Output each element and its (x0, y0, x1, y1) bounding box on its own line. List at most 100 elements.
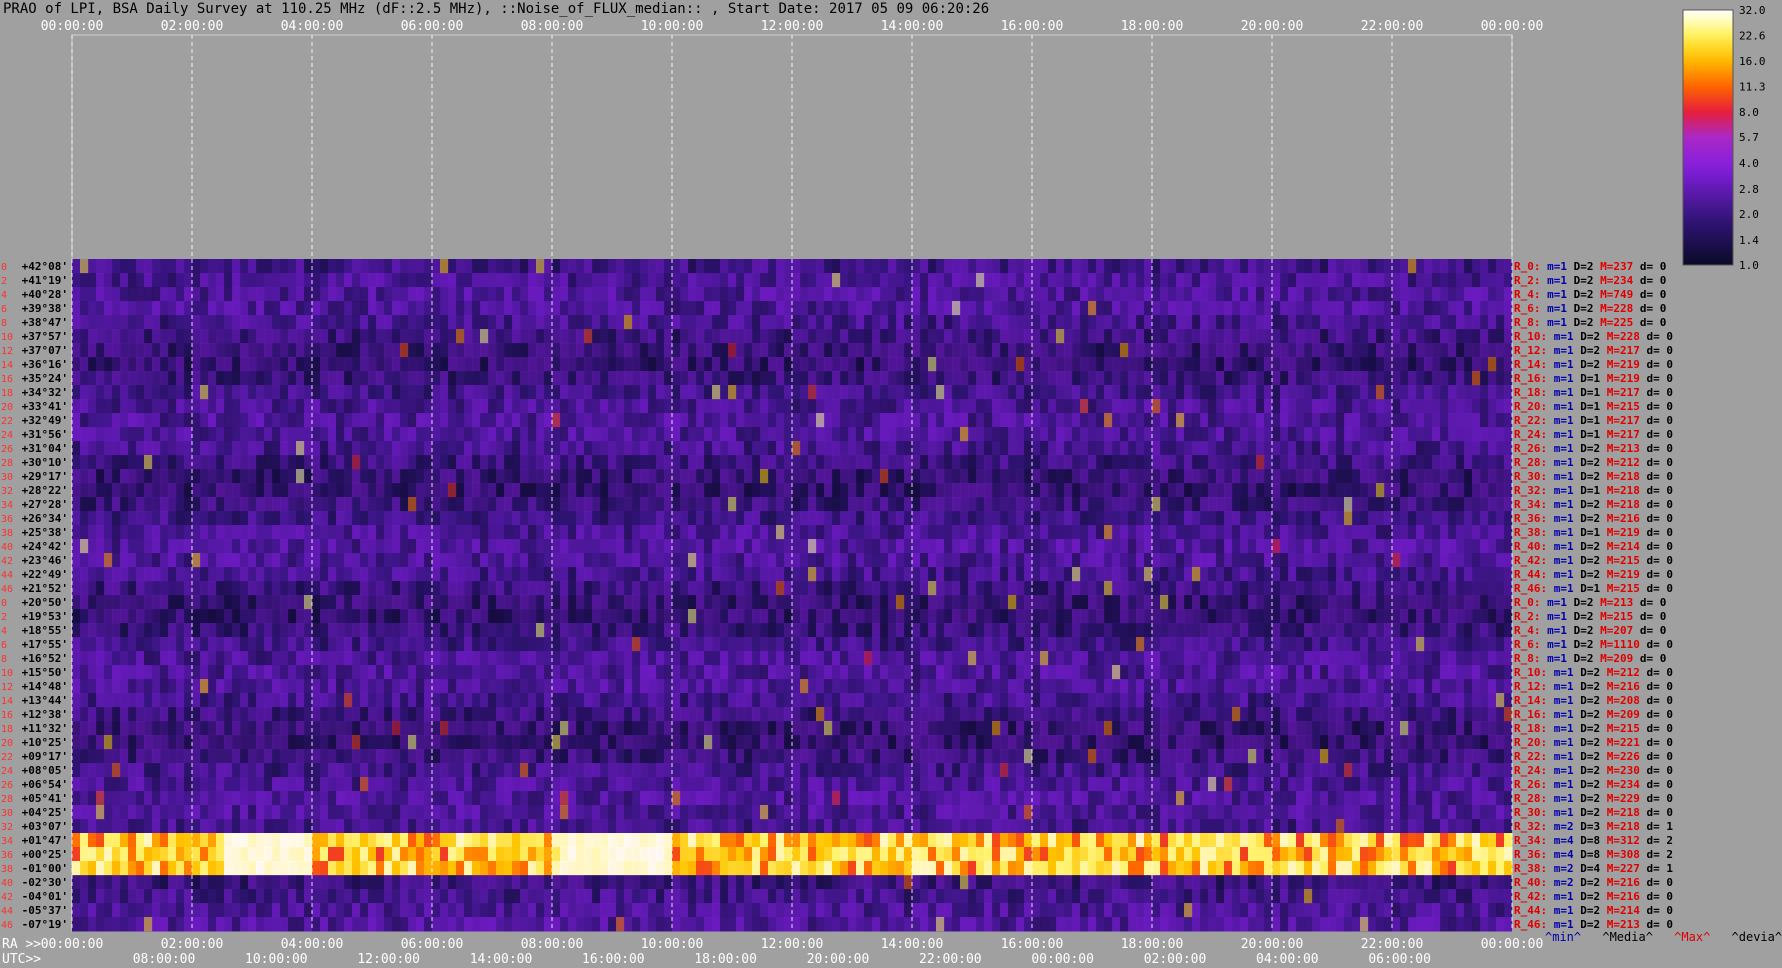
heatmap-cell (264, 623, 273, 638)
heatmap-cell (1256, 287, 1265, 302)
heatmap-cell (584, 581, 593, 596)
heatmap-cell (600, 469, 609, 484)
heatmap-cell (1312, 329, 1321, 344)
heatmap-cell (1152, 581, 1161, 596)
heatmap-cell (1096, 595, 1105, 610)
heatmap-cell (984, 413, 993, 428)
heatmap-cell (1224, 511, 1233, 526)
heatmap-cell (1216, 511, 1225, 526)
heatmap-cell (224, 483, 233, 498)
heatmap-cell (1240, 553, 1249, 568)
heatmap-cell (160, 287, 169, 302)
heatmap-cell (856, 287, 865, 302)
heatmap-cell (432, 595, 441, 610)
heatmap-cell (928, 539, 937, 554)
heatmap-cell (648, 553, 657, 568)
heatmap-cell (744, 385, 753, 400)
heatmap-cell (392, 595, 401, 610)
heatmap-cell (496, 637, 505, 652)
heatmap-cell (232, 511, 241, 526)
heatmap-cell (128, 511, 137, 526)
heatmap-cell (1160, 623, 1169, 638)
heatmap-cell (576, 371, 585, 386)
heatmap-cell (112, 371, 121, 386)
heatmap-cell (488, 315, 497, 330)
heatmap-cell (696, 623, 705, 638)
heatmap-cell (1056, 385, 1065, 400)
heatmap-cell (816, 301, 825, 316)
heatmap-cell (552, 469, 561, 484)
heatmap-cell (88, 455, 97, 470)
heatmap-cell (1152, 287, 1161, 302)
heatmap-cell (768, 329, 777, 344)
heatmap-cell (408, 469, 417, 484)
heatmap-cell (696, 427, 705, 442)
heatmap-cell (152, 273, 161, 288)
heatmap-cell (960, 455, 969, 470)
heatmap-cell (376, 567, 385, 582)
heatmap-cell (872, 259, 881, 274)
heatmap-cell (248, 483, 257, 498)
heatmap-cell (680, 553, 689, 568)
heatmap-cell (296, 399, 305, 414)
heatmap-cell (1136, 385, 1145, 400)
heatmap-cell (600, 427, 609, 442)
heatmap-cell (1368, 525, 1377, 540)
heatmap-cell (840, 357, 849, 372)
heatmap-cell (848, 357, 857, 372)
heatmap-cell (608, 455, 617, 470)
heatmap-cell (1360, 595, 1369, 610)
heatmap-cell (480, 511, 489, 526)
heatmap-cell (1016, 525, 1025, 540)
heatmap-cell (1064, 301, 1073, 316)
heatmap-cell (192, 427, 201, 442)
heatmap-cell (240, 301, 249, 316)
heatmap-cell (464, 511, 473, 526)
heatmap-cell (496, 287, 505, 302)
heatmap-cell (232, 259, 241, 274)
heatmap-cell (344, 511, 353, 526)
heatmap-cell (1480, 609, 1489, 624)
heatmap-cell (856, 315, 865, 330)
heatmap-cell (200, 287, 209, 302)
heatmap-cell (256, 469, 265, 484)
heatmap-cell (456, 385, 465, 400)
heatmap-cell (1208, 301, 1217, 316)
heatmap-cell (272, 567, 281, 582)
heatmap-cell (1016, 483, 1025, 498)
heatmap-cell (112, 497, 121, 512)
heatmap-cell (736, 497, 745, 512)
heatmap-cell (1360, 287, 1369, 302)
heatmap-cell (1464, 595, 1473, 610)
heatmap-cell (1048, 511, 1057, 526)
heatmap-cell (1000, 329, 1009, 344)
heatmap-cell (1096, 539, 1105, 554)
heatmap-cell (200, 581, 209, 596)
heatmap-cell (1200, 567, 1209, 582)
heatmap-cell (896, 539, 905, 554)
heatmap-cell (1192, 609, 1201, 624)
heatmap-cell (1064, 525, 1073, 540)
heatmap-cell (576, 427, 585, 442)
heatmap-cell (128, 427, 137, 442)
heatmap-cell (816, 497, 825, 512)
heatmap-cell (424, 385, 433, 400)
heatmap-cell (112, 637, 121, 652)
heatmap-cell (736, 301, 745, 316)
heatmap-cell (1144, 511, 1153, 526)
heatmap-cell (392, 567, 401, 582)
heatmap-cell (504, 455, 513, 470)
heatmap-cell (776, 511, 785, 526)
heatmap-cell (496, 329, 505, 344)
heatmap-cell (1200, 301, 1209, 316)
heatmap-cell (520, 315, 529, 330)
heatmap-cell (1152, 553, 1161, 568)
heatmap-cell (224, 595, 233, 610)
heatmap-cell (304, 497, 313, 512)
heatmap-cell (776, 413, 785, 428)
heatmap-cell (608, 609, 617, 624)
heatmap-cell (1248, 413, 1257, 428)
heatmap-cell (792, 259, 801, 274)
heatmap-cell (872, 553, 881, 568)
heatmap-cell (1296, 427, 1305, 442)
